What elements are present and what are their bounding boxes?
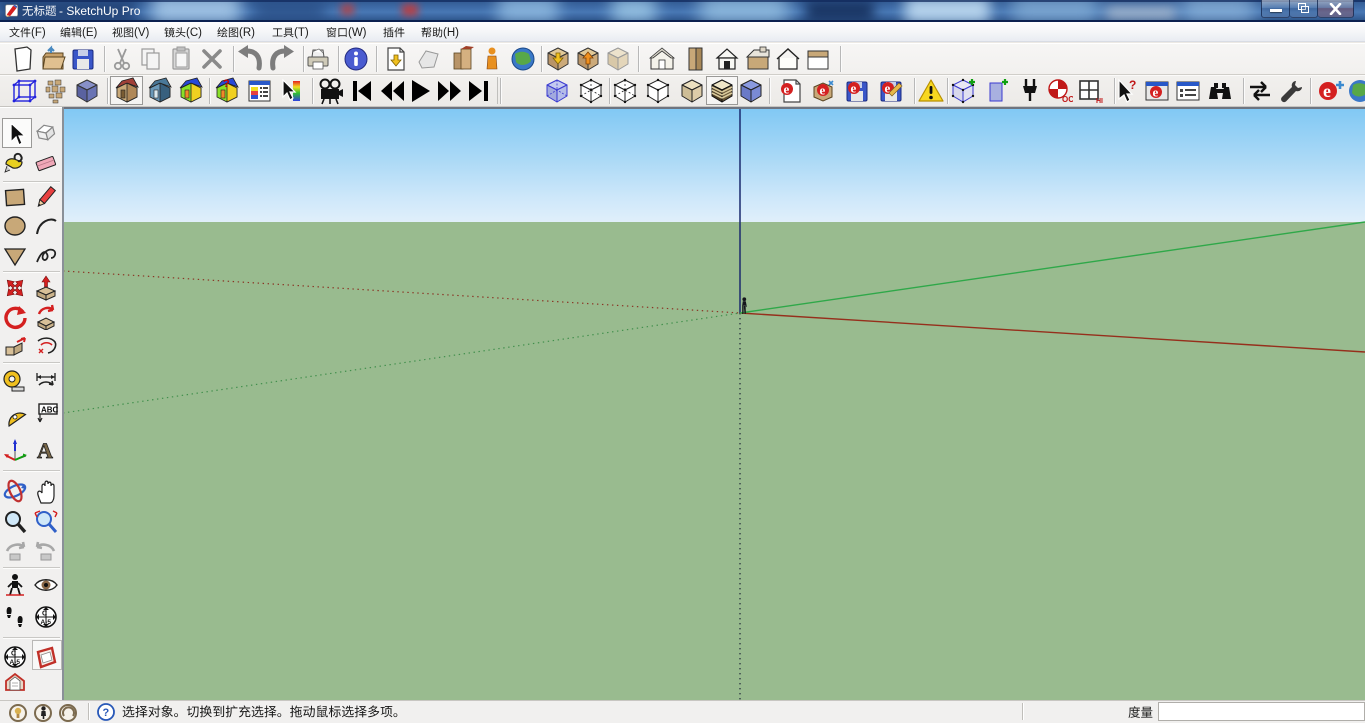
svg-text:e: e (1323, 81, 1331, 101)
svg-text:OC: OC (1062, 95, 1073, 104)
svg-text:e: e (784, 82, 790, 97)
svg-text:A: A (37, 438, 53, 463)
svg-text:C: C (42, 611, 47, 618)
svg-text:e: e (851, 81, 857, 96)
svg-text:ABC: ABC (41, 406, 59, 415)
svg-text:e: e (1153, 85, 1159, 100)
svg-text:?: ? (1129, 78, 1136, 92)
svg-text:?: ? (223, 78, 230, 90)
svg-text:C: C (11, 651, 16, 658)
svg-text:?: ? (103, 707, 110, 719)
svg-text:A-5: A-5 (10, 659, 21, 666)
svg-text:HI: HI (1096, 98, 1103, 105)
svg-text:A-5: A-5 (41, 619, 52, 626)
svg-text:e: e (820, 83, 826, 98)
